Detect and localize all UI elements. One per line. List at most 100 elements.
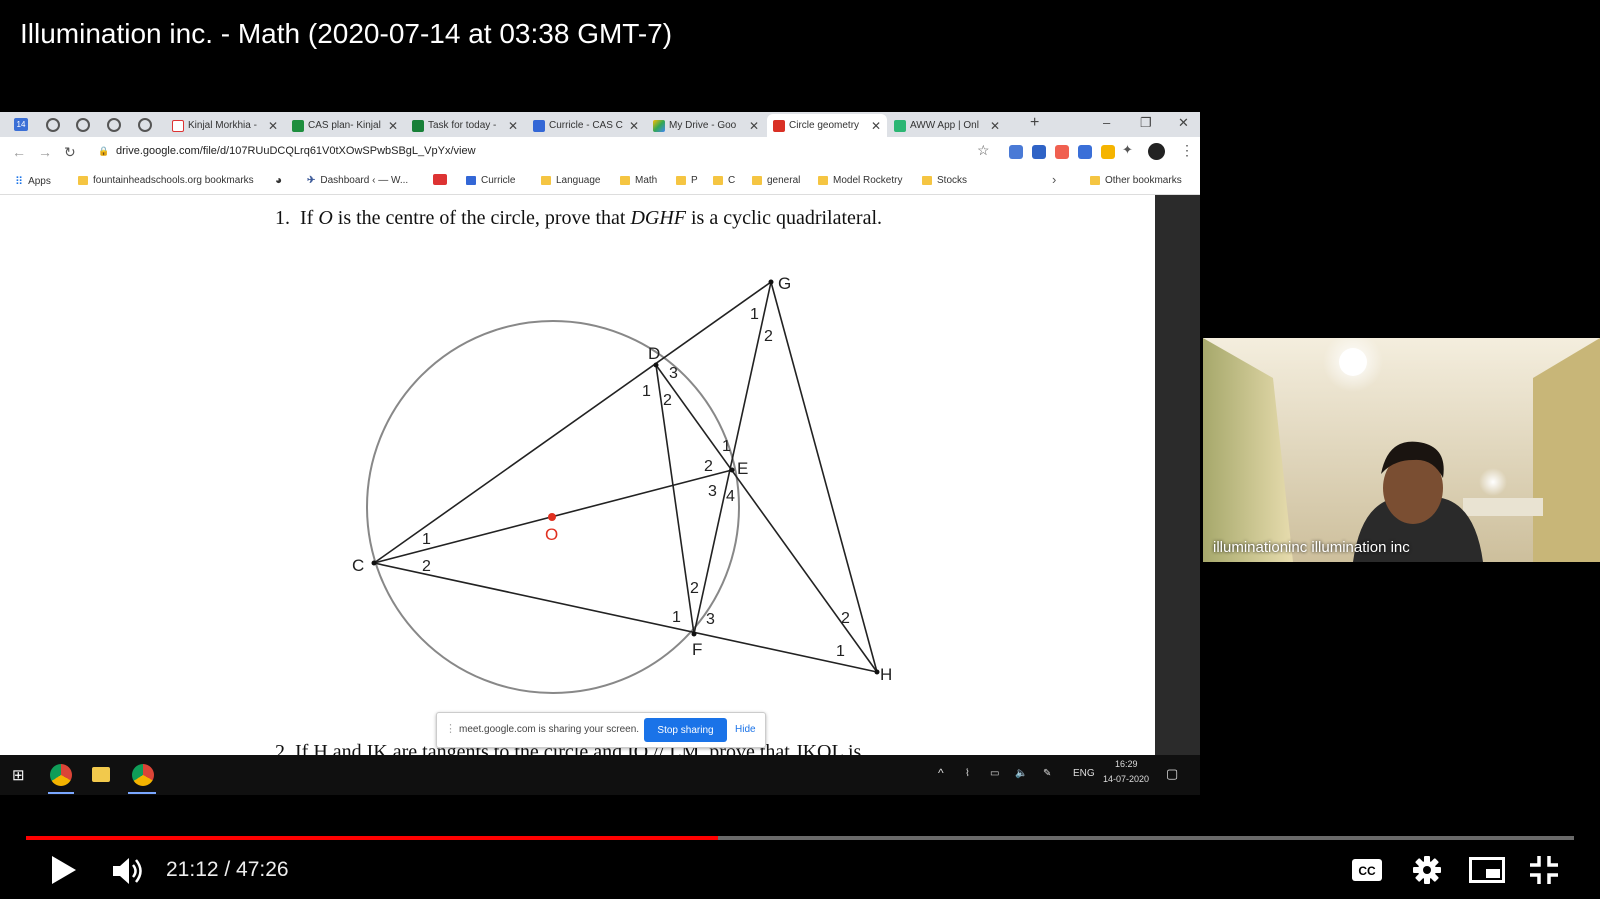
captions-icon[interactable]: CC [1351,858,1383,882]
extension-icon[interactable] [1032,145,1046,159]
clock-date[interactable]: 14-07-2020 [1103,774,1149,784]
bookmark-label: fountainheadschools.org bookmarks [93,175,254,186]
bookmark-language[interactable]: Language [541,175,601,186]
network-icon[interactable]: ⌇ [965,768,970,779]
pinned-tab-icon[interactable] [76,118,90,132]
battery-icon[interactable]: ▭ [990,768,999,779]
extension-icon[interactable] [1055,145,1069,159]
windows-start-icon[interactable]: ⊞ [12,766,25,784]
star-icon[interactable]: ☆ [977,142,990,159]
tab-drive[interactable]: My Drive - Goo ✕ [647,114,765,137]
folder-icon [752,176,762,185]
chrome-meet-icon[interactable] [132,764,154,786]
pdf-viewer[interactable]: 1. If O is the centre of the circle, pro… [0,195,1155,755]
segment-ch [373,562,878,673]
bookmark-other[interactable]: Other bookmarks [1090,175,1182,186]
bookmark-apps[interactable]: ⠿ Apps [15,175,51,188]
calendar-icon [466,176,476,185]
bookmark-dashboard[interactable]: ✈ Dashboard ‹ — W... [307,175,408,186]
bookmark-p[interactable]: P [676,175,698,186]
active-indicator [48,792,74,794]
tab-strip: 14 Kinjal Morkhia - ✕ CAS plan- Kinjal ✕… [0,112,1200,137]
chevron-up-icon[interactable]: ^ [938,766,944,780]
bookmark-c[interactable]: C [713,175,735,186]
play-icon[interactable] [52,856,76,884]
tab-circle-geometry[interactable]: Circle geometry ✕ [767,114,887,137]
close-icon[interactable]: ✕ [629,119,639,133]
forward-icon[interactable]: → [38,144,52,160]
screen-share-banner: ⋮ meet.google.com is sharing your screen… [436,712,766,748]
apps-grid-icon: ⠿ [15,176,24,188]
tab-classroom[interactable]: Task for today - ✕ [406,114,524,137]
tab-aww[interactable]: AWW App | Onl ✕ [888,114,1006,137]
profile-avatar[interactable] [1148,143,1165,160]
puzzle-icon[interactable]: ✦ [1122,142,1133,158]
stop-sharing-button[interactable]: Stop sharing [644,718,727,742]
menu-icon[interactable]: ⋮ [1180,142,1194,159]
bookmark-stocks[interactable]: Stocks [922,175,967,186]
segment-cg [373,281,772,564]
bookmark-curricle[interactable]: Curricle [466,175,515,186]
svg-text:CC: CC [1358,864,1376,878]
drag-handle-icon[interactable]: ⋮ [445,722,456,735]
chevron-right-icon[interactable]: › [1052,172,1056,187]
close-icon[interactable]: ✕ [268,119,278,133]
notification-icon[interactable]: ▢ [1166,766,1178,782]
bookmark-label: Stocks [937,175,968,186]
angle-d1: 1 [642,383,651,400]
tab-sheets[interactable]: CAS plan- Kinjal ✕ [286,114,404,137]
lock-icon: 🔒 [98,146,110,156]
share-message: meet.google.com is sharing your screen. [459,724,640,735]
extension-icon[interactable] [1101,145,1115,159]
new-tab-icon[interactable]: + [1030,114,1039,132]
close-icon[interactable]: ✕ [508,119,518,133]
file-explorer-icon[interactable] [92,767,110,782]
active-indicator [128,792,156,794]
bookmark-label: Dashboard ‹ — W... [320,175,409,186]
label-h: H [880,665,892,684]
close-icon[interactable]: ✕ [388,119,398,133]
angle-d2: 2 [663,392,672,409]
bookmark-red-icon[interactable] [433,174,447,185]
exit-fullscreen-icon[interactable] [1530,856,1558,884]
minimize-icon[interactable]: – [1103,115,1110,130]
close-icon[interactable]: ✕ [990,119,1000,133]
folder-icon [922,176,932,185]
bookmark-general[interactable]: general [752,175,800,186]
close-icon[interactable]: ✕ [749,119,759,133]
extension-icon[interactable] [1009,145,1023,159]
miniplayer-icon[interactable] [1469,857,1505,883]
reload-icon[interactable]: ↻ [64,144,76,161]
calendar-pinned-icon[interactable]: 14 [14,118,28,131]
bookmark-math[interactable]: Math [620,175,657,186]
tab-gmail[interactable]: Kinjal Morkhia - ✕ [166,114,284,137]
tab-curricle[interactable]: Curricle - CAS C ✕ [527,114,645,137]
angle-e4: 4 [726,488,735,505]
angle-f2: 2 [690,580,699,597]
pinned-tab-icon[interactable] [46,118,60,132]
bookmark-model-rocketry[interactable]: Model Rocketry [818,175,902,186]
gmail-icon [172,119,184,132]
pen-icon[interactable]: ✎ [1043,768,1051,779]
close-icon[interactable]: ✕ [871,119,881,133]
extension-icon[interactable] [1078,145,1092,159]
progress-bar[interactable] [26,836,1574,840]
bookmark-label: P [691,175,698,186]
restore-icon[interactable]: ❐ [1140,115,1152,131]
pinned-tab-icon[interactable] [138,118,152,132]
volume-icon[interactable]: 🔈 [1015,768,1027,779]
bookmark-fountainhead[interactable]: fountainheadschools.org bookmarks [78,175,254,186]
back-icon[interactable]: ← [12,144,26,160]
clock-time[interactable]: 16:29 [1115,759,1138,769]
hide-banner-link[interactable]: Hide [735,724,756,735]
github-icon[interactable]: ◕ [275,173,282,187]
language-indicator[interactable]: ENG [1073,768,1095,779]
window-close-icon[interactable]: ✕ [1178,115,1189,131]
angle-f1: 1 [672,609,681,626]
settings-gear-icon[interactable] [1412,855,1442,885]
label-e: E [737,459,748,478]
pinned-tab-icon[interactable] [107,118,121,132]
volume-icon[interactable] [113,856,147,886]
url-field[interactable]: drive.google.com/file/d/107RUuDCQLrq61V0… [116,145,476,157]
chrome-icon[interactable] [50,764,72,786]
